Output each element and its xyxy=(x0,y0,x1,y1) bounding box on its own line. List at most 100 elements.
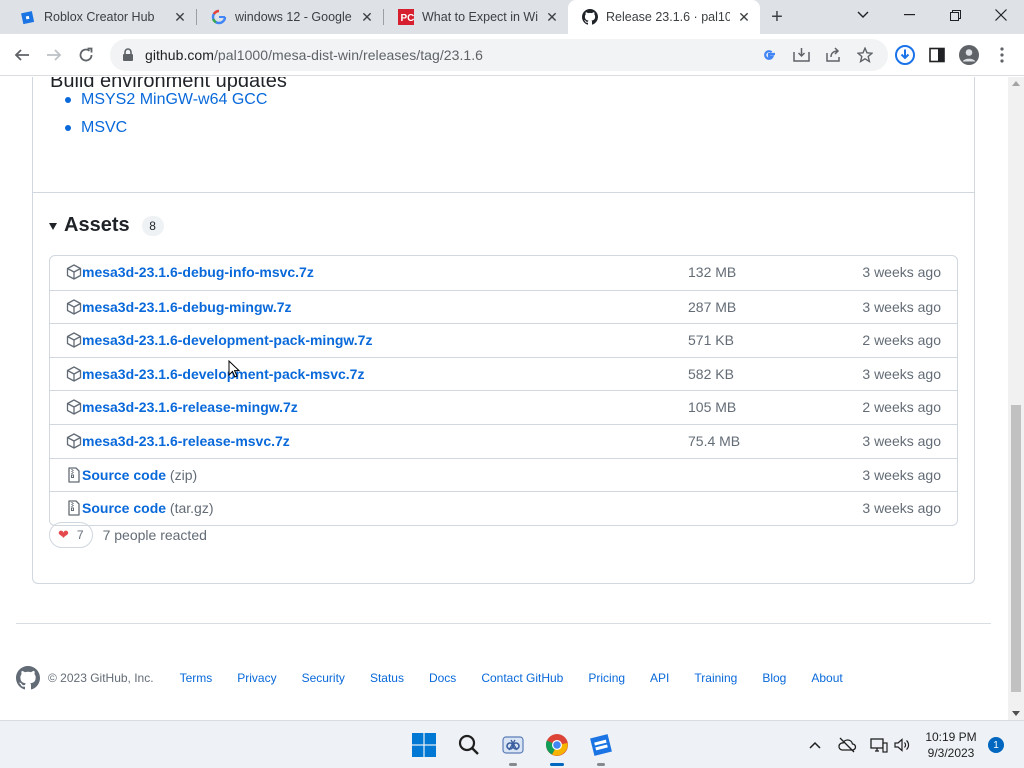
env-item-msvc[interactable]: MSVC xyxy=(64,114,267,142)
asset-link-format: (zip) xyxy=(169,466,198,483)
footer-link-about[interactable]: About xyxy=(811,671,842,685)
footer-link-docs[interactable]: Docs xyxy=(429,671,456,685)
asset-link[interactable]: mesa3d-23.1.6-debug-mingw.7z xyxy=(82,299,292,315)
back-button[interactable] xyxy=(8,41,36,69)
asset-link[interactable]: mesa3d-23.1.6-debug-info-msvc.7z xyxy=(82,264,314,280)
env-item-msys2[interactable]: MSYS2 MinGW-w64 GCC xyxy=(64,86,267,114)
scroll-up-icon[interactable] xyxy=(1012,81,1020,86)
package-icon xyxy=(66,366,82,382)
kebab-menu-icon[interactable] xyxy=(991,44,1013,66)
asset-link[interactable]: mesa3d-23.1.6-development-pack-msvc.7z xyxy=(82,366,364,382)
reload-button[interactable] xyxy=(72,41,100,69)
bookmark-star-icon[interactable] xyxy=(856,46,874,64)
asset-date: 3 weeks ago xyxy=(862,298,941,315)
downloads-icon[interactable] xyxy=(894,44,916,66)
asset-link[interactable]: mesa3d-23.1.6-development-pack-mingw.7z xyxy=(82,332,372,348)
reaction-count: 7 xyxy=(76,528,84,542)
volume-icon[interactable] xyxy=(892,735,912,755)
restore-button[interactable] xyxy=(932,0,978,30)
start-button[interactable] xyxy=(408,729,440,761)
taskbar-app-snipping[interactable] xyxy=(497,729,529,766)
footer-link-security[interactable]: Security xyxy=(302,671,345,685)
tab-pcmag[interactable]: PC What to Expect in Win ✕ xyxy=(384,0,568,34)
caret-down-icon xyxy=(49,223,57,230)
side-panel-icon[interactable] xyxy=(926,44,948,66)
tab-google[interactable]: windows 12 - Google S ✕ xyxy=(197,0,383,34)
close-window-button[interactable] xyxy=(978,0,1024,30)
asset-link-format: (tar.gz) xyxy=(169,500,214,517)
tab-strip: Roblox Creator Hub ✕ windows 12 - Google… xyxy=(0,0,1024,34)
taskbar-search-button[interactable] xyxy=(453,729,485,761)
pcmag-icon: PC xyxy=(398,9,414,25)
footer-divider xyxy=(16,623,991,624)
search-icon xyxy=(458,734,479,755)
asset-date: 3 weeks ago xyxy=(862,466,941,483)
running-indicator xyxy=(550,763,564,766)
taskbar-app-chrome[interactable] xyxy=(541,729,573,766)
scroll-down-icon[interactable] xyxy=(1012,711,1020,716)
new-tab-button[interactable]: + xyxy=(764,5,790,29)
close-icon[interactable]: ✕ xyxy=(172,9,188,25)
clock-time: 10:19 PM xyxy=(925,730,977,744)
minimize-button[interactable] xyxy=(886,0,932,30)
notification-badge[interactable]: 1 xyxy=(988,737,1004,753)
tab-github-release[interactable]: Release 23.1.6 · pal100 ✕ xyxy=(568,0,760,34)
footer-link-training[interactable]: Training xyxy=(694,671,737,685)
profile-avatar-icon[interactable] xyxy=(958,44,980,66)
footer-link-pricing[interactable]: Pricing xyxy=(588,671,625,685)
tab-search-button[interactable] xyxy=(840,0,886,30)
file-zip-icon xyxy=(66,500,82,516)
footer-link-terms[interactable]: Terms xyxy=(180,671,213,685)
asset-date: 3 weeks ago xyxy=(862,432,941,449)
package-icon xyxy=(66,399,82,416)
asset-date: 3 weeks ago xyxy=(862,500,941,517)
page-viewport: Build environment updates MSYS2 MinGW-w6… xyxy=(0,77,1008,720)
github-logo-icon[interactable] xyxy=(16,666,40,690)
footer-link-api[interactable]: API xyxy=(650,671,669,685)
asset-date: 3 weeks ago xyxy=(862,365,941,382)
onedrive-offline-icon[interactable] xyxy=(837,735,857,755)
close-icon[interactable]: ✕ xyxy=(544,9,560,25)
assets-title: Assets xyxy=(64,214,130,236)
close-icon[interactable]: ✕ xyxy=(736,9,752,25)
assets-summary[interactable]: Assets 8 xyxy=(49,214,164,237)
heart-icon: ❤ xyxy=(58,527,69,542)
assets-count-badge: 8 xyxy=(141,215,164,236)
tab-title: Release 23.1.6 · pal100 xyxy=(606,10,730,24)
page-scrollbar[interactable] xyxy=(1008,77,1024,720)
lock-icon[interactable] xyxy=(122,48,136,62)
running-indicator xyxy=(597,763,605,766)
system-clock[interactable]: 10:19 PM 9/3/2023 xyxy=(915,729,987,761)
close-icon[interactable]: ✕ xyxy=(359,9,375,25)
google-lens-icon[interactable] xyxy=(760,46,778,64)
asset-size: 287 MB xyxy=(688,298,737,315)
package-icon xyxy=(66,433,82,449)
address-bar[interactable]: github.com/pal1000/mesa-dist-win/release… xyxy=(110,39,888,71)
reaction-summary: 7 people reacted xyxy=(102,527,207,543)
asset-row: mesa3d-23.1.6-release-mingw.7z 105 MB 2 … xyxy=(50,390,957,424)
clock-date: 9/3/2023 xyxy=(927,746,975,760)
footer-link-status[interactable]: Status xyxy=(370,671,404,685)
asset-date: 2 weeks ago xyxy=(862,332,941,349)
footer-link-blog[interactable]: Blog xyxy=(762,671,786,685)
heart-reaction-button[interactable]: ❤ 7 xyxy=(49,522,93,548)
asset-link[interactable]: mesa3d-23.1.6-release-mingw.7z xyxy=(82,399,298,415)
network-icon[interactable] xyxy=(869,735,889,755)
taskbar-app-roblox-studio[interactable] xyxy=(585,729,617,766)
build-env-list: MSYS2 MinGW-w64 GCC MSVC xyxy=(64,86,267,142)
forward-button[interactable] xyxy=(40,41,68,69)
asset-link[interactable]: mesa3d-23.1.6-release-msvc.7z xyxy=(82,433,290,449)
install-app-icon[interactable] xyxy=(792,46,810,64)
roblox-studio-icon xyxy=(590,734,612,756)
snipping-tool-icon xyxy=(502,736,524,754)
footer-link-contact[interactable]: Contact GitHub xyxy=(481,671,563,685)
share-icon[interactable] xyxy=(824,46,842,64)
source-zip-link[interactable]: Source code (zip) xyxy=(82,467,197,483)
asset-row: Source code (zip) 3 weeks ago xyxy=(50,457,957,492)
tab-roblox[interactable]: Roblox Creator Hub ✕ xyxy=(6,0,196,34)
source-targz-link[interactable]: Source code (tar.gz) xyxy=(82,500,214,516)
scrollbar-thumb[interactable] xyxy=(1011,405,1021,692)
tray-overflow-chevron-icon[interactable] xyxy=(805,735,825,755)
asset-link-label: Source code xyxy=(82,500,167,517)
footer-link-privacy[interactable]: Privacy xyxy=(237,671,276,685)
